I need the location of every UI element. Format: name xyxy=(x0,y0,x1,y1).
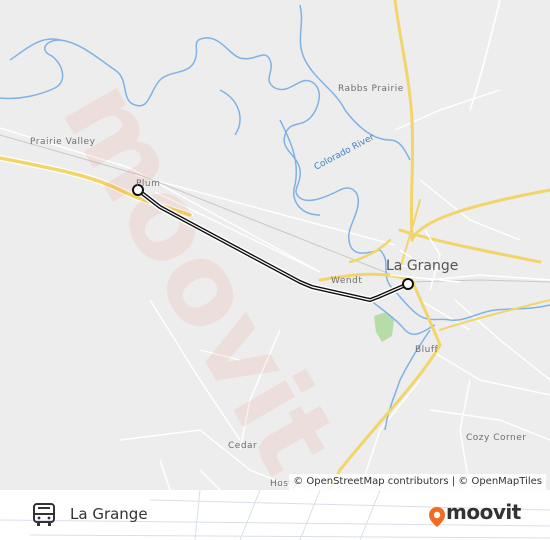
label-rabbs-prairie: Rabbs Prairie xyxy=(338,84,404,94)
label-plum: Plum xyxy=(136,179,160,189)
map-attribution[interactable]: © OpenStreetMap contributors | © OpenMap… xyxy=(289,474,546,490)
label-bluff: Bluff xyxy=(415,345,439,355)
route-info-bar: La Grange moovit xyxy=(0,490,550,540)
label-wendt: Wendt xyxy=(331,276,362,286)
label-cedar: Cedar xyxy=(228,441,257,451)
moovit-logo-text: moovit xyxy=(446,500,521,524)
bus-icon xyxy=(33,503,55,526)
label-la-grange: La Grange xyxy=(386,258,458,274)
route-end-stop[interactable] xyxy=(402,278,414,290)
route-map[interactable]: moovit Prairie Valley Rabbs Prairie Colo… xyxy=(0,0,550,490)
route-name: La Grange xyxy=(70,505,148,523)
label-cozy-corner: Cozy Corner xyxy=(466,433,526,443)
label-prairie-valley: Prairie Valley xyxy=(30,137,96,147)
